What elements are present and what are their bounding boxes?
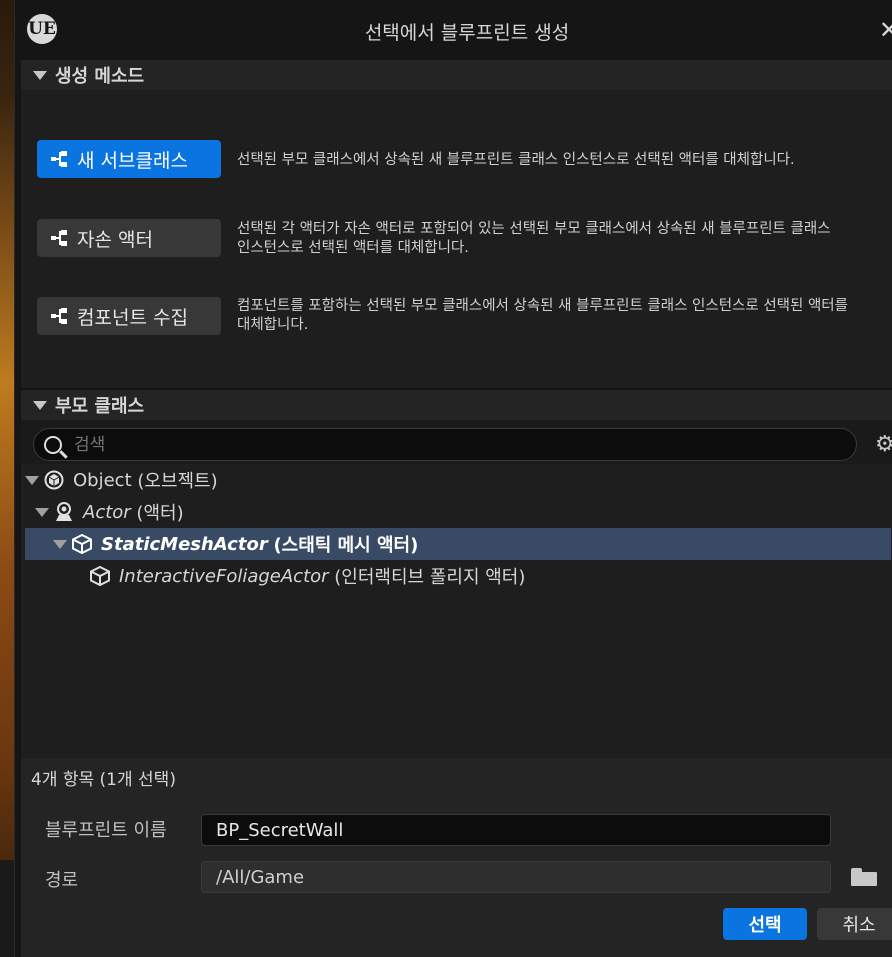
tree-item-name: Actor (83, 501, 131, 523)
child-actor-button[interactable]: 자손 액터 (37, 219, 221, 257)
cube-icon (71, 533, 93, 555)
tree-item-paren: (인터랙티브 폴리지 액터) (334, 567, 526, 588)
tree-item-paren: (스태틱 메시 액터) (273, 535, 419, 556)
tree-row-interactivefoliageactor[interactable]: InteractiveFoliageActor (인터랙티브 폴리지 액터) (25, 560, 891, 592)
new-subclass-description: 선택된 부모 클래스에서 상속된 새 블루프린트 클래스 인스턴스로 선택된 액… (237, 152, 795, 168)
search-row: ⚙ (21, 420, 892, 464)
node-graph-icon (49, 150, 73, 168)
background-viewport-bottom (0, 860, 14, 957)
parent-class-title: 부모 클래스 (55, 396, 145, 417)
background-viewport (0, 0, 14, 957)
child-actor-label: 자손 액터 (77, 228, 153, 251)
tree-item-paren: (액터) (136, 503, 184, 524)
tree-item-name: Object (73, 469, 132, 491)
tree-row-actor[interactable]: Actor (액터) (25, 496, 891, 528)
blueprint-form: 블루프린트 이름 BP_SecretWall 경로 /All/Game 선택 취… (21, 796, 892, 957)
item-count-status: 4개 항목 (1개 선택) (21, 758, 892, 796)
new-subclass-button[interactable]: 새 서브클래스 (37, 140, 221, 178)
new-subclass-label: 새 서브클래스 (77, 149, 188, 172)
harvest-components-label: 컴포넌트 수집 (77, 306, 188, 329)
path-label: 경로 (45, 870, 79, 891)
expand-triangle-icon[interactable] (25, 475, 39, 485)
actor-pawn-icon (53, 501, 75, 523)
path-field[interactable]: /All/Game (201, 861, 831, 893)
dialog-title: 선택에서 블루프린트 생성 (364, 22, 570, 44)
search-box[interactable] (33, 428, 857, 461)
cancel-button[interactable]: 취소 (817, 908, 892, 940)
gear-icon[interactable]: ⚙ (875, 432, 892, 457)
tree-row-object[interactable]: Object (오브젝트) (25, 464, 891, 496)
node-graph-icon (49, 307, 73, 325)
search-icon (44, 435, 62, 454)
tree-item-paren: (오브젝트) (137, 471, 218, 492)
select-button[interactable]: 선택 (723, 908, 807, 940)
title-bar: UE 선택에서 블루프린트 생성 ✕ (15, 0, 892, 60)
cube-icon (89, 565, 111, 587)
folder-icon[interactable] (851, 868, 877, 886)
close-icon[interactable]: ✕ (879, 16, 892, 44)
collapse-triangle-icon (33, 400, 47, 410)
blueprint-name-field[interactable]: BP_SecretWall (201, 814, 831, 846)
expand-triangle-icon[interactable] (53, 539, 67, 549)
creation-method-header[interactable]: 생성 메소드 (21, 60, 892, 90)
collapse-triangle-icon (33, 70, 47, 80)
harvest-components-description: 컴포넌트를 포함하는 선택된 부모 클래스에서 상속된 새 블루프린트 클래스 … (237, 298, 848, 333)
harvest-components-button[interactable]: 컴포넌트 수집 (37, 297, 221, 335)
tree-item-name: InteractiveFoliageActor (119, 565, 329, 587)
tree-item-name: StaticMeshActor (101, 533, 268, 555)
blueprint-name-label: 블루프린트 이름 (45, 820, 167, 841)
expand-triangle-icon[interactable] (35, 507, 49, 517)
object-sphere-icon (43, 469, 65, 491)
tree-row-staticmeshactor[interactable]: StaticMeshActor (스태틱 메시 액터) (25, 528, 891, 560)
creation-method-body: 새 서브클래스 선택된 부모 클래스에서 상속된 새 블루프린트 클래스 인스턴… (21, 90, 892, 388)
create-blueprint-dialog: UE 선택에서 블루프린트 생성 ✕ 생성 메소드 새 서브클래스 선택된 부모… (14, 0, 892, 957)
class-tree: Object (오브젝트) Actor (액터) StaticMeshActor… (21, 464, 892, 758)
parent-class-header[interactable]: 부모 클래스 (21, 390, 892, 420)
child-actor-description: 선택된 각 액터가 자손 액터로 포함되어 있는 선택된 부모 클래스에서 상속… (237, 221, 831, 256)
search-input[interactable] (74, 434, 774, 455)
creation-method-title: 생성 메소드 (55, 66, 145, 87)
node-graph-icon (49, 229, 73, 247)
